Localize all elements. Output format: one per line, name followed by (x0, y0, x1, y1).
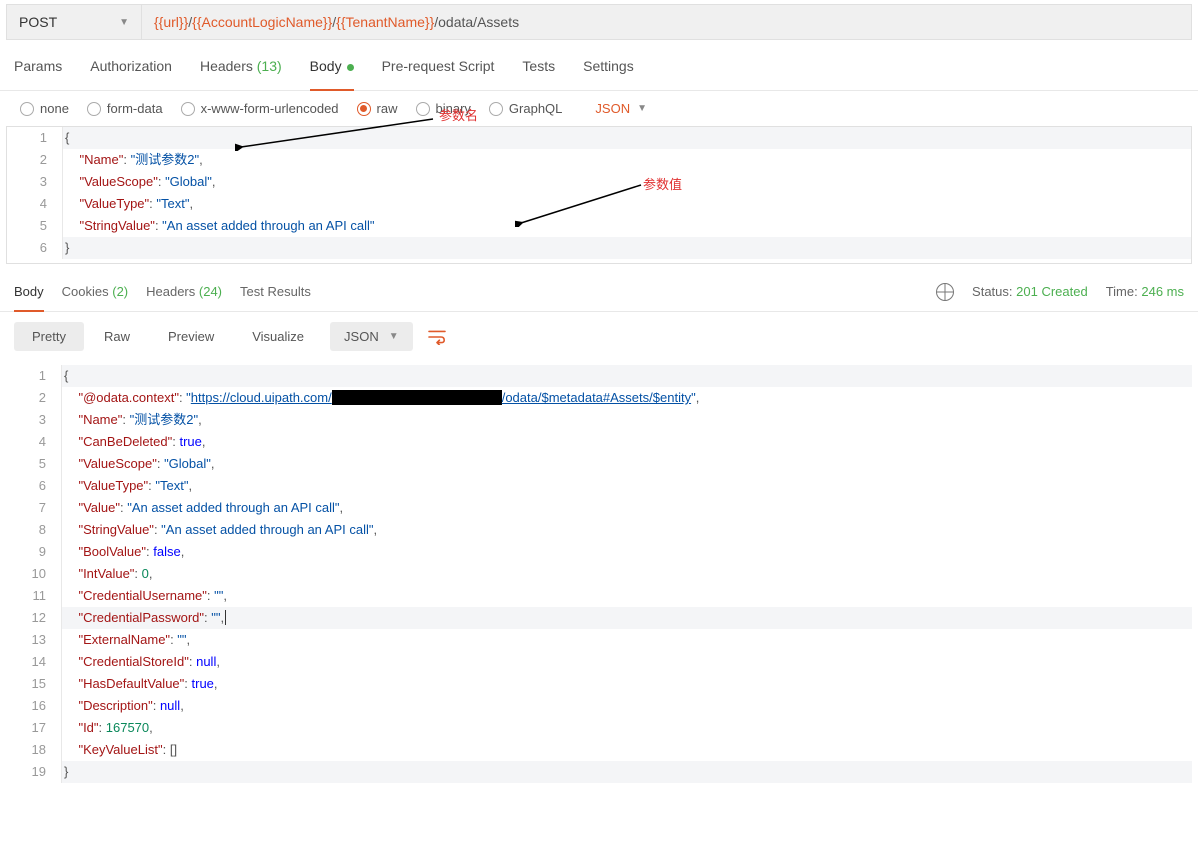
body-types-row: none form-data x-www-form-urlencoded raw… (0, 91, 1198, 126)
resp-tab-body[interactable]: Body (14, 278, 44, 305)
annotation-param-value: 参数值 (643, 174, 682, 193)
text-cursor-icon (225, 610, 226, 625)
response-tabs: Body Cookies (2) Headers (24) Test Resul… (0, 270, 1198, 312)
response-view-bar: Pretty Raw Preview Visualize JSON▼ (0, 312, 1198, 361)
tab-authorization[interactable]: Authorization (90, 50, 172, 82)
response-format-select[interactable]: JSON▼ (330, 322, 413, 351)
method-label: POST (19, 14, 57, 30)
radio-icon (87, 102, 101, 116)
time-label: Time: 246 ms (1106, 284, 1184, 299)
bodytype-formdata[interactable]: form-data (87, 101, 163, 116)
url-input[interactable]: {{url}}/{{AccountLogicName}}/{{TenantNam… (142, 5, 1191, 39)
bodytype-graphql[interactable]: GraphQL (489, 101, 562, 116)
request-body-editor[interactable]: 参数名 参数值 1{ 2 "Name": "测试参数2", 3 "ValueSc… (6, 126, 1192, 264)
view-visualize[interactable]: Visualize (234, 322, 322, 351)
chevron-down-icon: ▼ (637, 103, 647, 114)
tab-body[interactable]: Body (310, 50, 354, 82)
tab-headers[interactable]: Headers (13) (200, 50, 282, 82)
radio-selected-icon (357, 102, 371, 116)
request-tabs: Params Authorization Headers (13) Body P… (0, 50, 1198, 91)
tab-tests[interactable]: Tests (522, 50, 555, 82)
radio-icon (489, 102, 503, 116)
bodytype-none[interactable]: none (20, 101, 69, 116)
wrap-lines-icon[interactable] (427, 329, 447, 345)
chevron-down-icon: ▼ (119, 17, 129, 28)
chevron-down-icon: ▼ (389, 331, 399, 342)
annotation-param-name: 参数名 (439, 105, 478, 124)
view-raw[interactable]: Raw (86, 322, 148, 351)
bodytype-raw[interactable]: raw (357, 101, 398, 116)
tab-prerequest[interactable]: Pre-request Script (382, 50, 495, 82)
tab-params[interactable]: Params (14, 50, 62, 82)
radio-icon (416, 102, 430, 116)
view-pretty[interactable]: Pretty (14, 322, 84, 351)
bodytype-xwww[interactable]: x-www-form-urlencoded (181, 101, 339, 116)
radio-icon (20, 102, 34, 116)
redacted-icon (332, 390, 502, 405)
radio-icon (181, 102, 195, 116)
body-changed-dot-icon (347, 64, 354, 71)
resp-tab-headers[interactable]: Headers (24) (146, 278, 222, 305)
method-select[interactable]: POST ▼ (7, 5, 142, 39)
resp-tab-cookies[interactable]: Cookies (2) (62, 278, 128, 305)
response-body-editor[interactable]: 1{ 2 "@odata.context": "https://cloud.ui… (6, 365, 1192, 783)
tab-settings[interactable]: Settings (583, 50, 634, 82)
body-format-select[interactable]: JSON▼ (595, 101, 647, 116)
status-label: Status: 201 Created (972, 284, 1088, 299)
view-preview[interactable]: Preview (150, 322, 232, 351)
request-bar: POST ▼ {{url}}/{{AccountLogicName}}/{{Te… (6, 4, 1192, 40)
globe-icon[interactable] (936, 283, 954, 301)
resp-tab-testresults[interactable]: Test Results (240, 278, 311, 305)
